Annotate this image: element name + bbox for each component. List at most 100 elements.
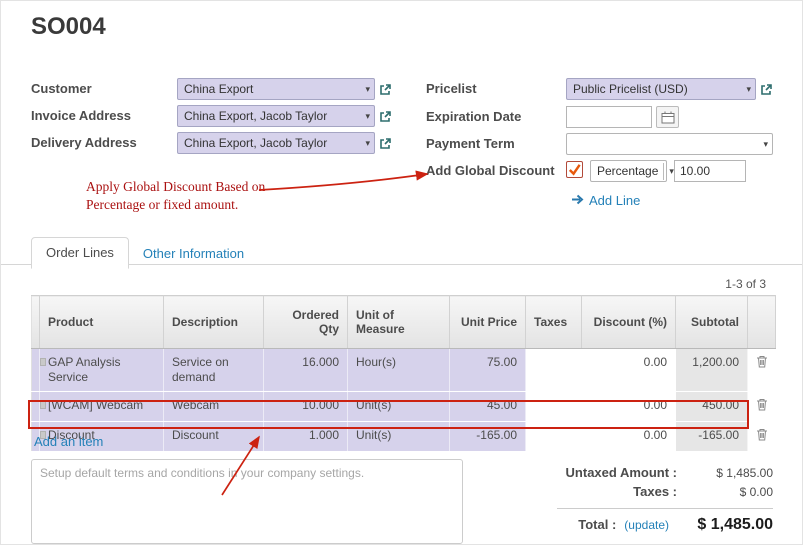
page-title: SO004: [31, 13, 106, 41]
grip-icon: [40, 401, 46, 409]
order-line-row-1: GAP Analysis Service Service on demand 1…: [32, 349, 776, 392]
cell-description[interactable]: Webcam: [164, 392, 264, 422]
taxes-label: Taxes :: [557, 484, 677, 499]
untaxed-amount-value: $ 1,485.00: [677, 466, 773, 480]
pricelist-label: Pricelist: [426, 81, 477, 96]
chevron-down-icon: ▾: [763, 139, 768, 150]
tab-other-information[interactable]: Other Information: [129, 239, 258, 269]
cell-subtotal: 450.00: [676, 392, 748, 422]
customer-value: China Export: [184, 82, 253, 96]
external-link-icon[interactable]: [379, 137, 392, 150]
order-lines-section: Product Description Ordered Qty Unit of …: [31, 295, 775, 452]
drag-handle[interactable]: [32, 392, 40, 422]
cell-taxes[interactable]: [526, 422, 582, 452]
cell-product[interactable]: GAP Analysis Service: [40, 349, 164, 392]
cell-subtotal: 1,200.00: [676, 349, 748, 392]
delivery-address-label: Delivery Address: [31, 135, 137, 150]
taxes-value: $ 0.00: [677, 485, 773, 499]
total-value: $ 1,485.00: [669, 516, 773, 534]
totals-divider: [557, 508, 773, 509]
payment-term-label: Payment Term: [426, 136, 515, 151]
customer-select[interactable]: China Export ▾: [177, 78, 375, 100]
global-discount-checkbox[interactable]: [566, 161, 583, 178]
external-link-icon[interactable]: [379, 110, 392, 123]
delivery-address-value: China Export, Jacob Taylor: [184, 136, 327, 150]
calendar-icon[interactable]: [656, 106, 679, 128]
sale-order-form: SO004 Customer China Export ▾ Invoice Ad…: [0, 0, 803, 545]
column-unit-price[interactable]: Unit Price: [450, 296, 526, 349]
cell-discount[interactable]: 0.00: [582, 349, 676, 392]
add-an-item-link[interactable]: Add an item: [34, 434, 103, 449]
cell-taxes[interactable]: [526, 349, 582, 392]
discount-amount-input[interactable]: [674, 160, 746, 182]
handle-column-header: [32, 296, 40, 349]
chevron-down-icon: ▾: [746, 84, 751, 95]
cell-unit-price[interactable]: -165.00: [450, 422, 526, 452]
chevron-down-icon: ▾: [365, 84, 370, 95]
update-total-link[interactable]: (update): [624, 518, 669, 532]
trash-icon[interactable]: [756, 430, 768, 444]
external-link-icon[interactable]: [760, 83, 773, 96]
tab-order-lines[interactable]: Order Lines: [31, 237, 129, 269]
order-line-row-discount: Discount Discount 1.000 Unit(s) -165.00 …: [32, 422, 776, 452]
grip-icon: [40, 358, 46, 366]
invoice-address-label: Invoice Address: [31, 108, 131, 123]
payment-term-select[interactable]: ▾: [566, 133, 773, 155]
order-lines-table: Product Description Ordered Qty Unit of …: [31, 295, 776, 452]
table-header-row: Product Description Ordered Qty Unit of …: [32, 296, 776, 349]
total-label: Total :: [557, 517, 616, 532]
trash-icon[interactable]: [756, 357, 768, 371]
invoice-address-select[interactable]: China Export, Jacob Taylor ▾: [177, 105, 375, 127]
drag-handle[interactable]: [32, 349, 40, 392]
discount-type-select[interactable]: Percentage ▾: [590, 160, 667, 182]
cell-taxes[interactable]: [526, 392, 582, 422]
arrow-right-icon: [571, 193, 584, 208]
cell-discount[interactable]: 0.00: [582, 392, 676, 422]
column-taxes[interactable]: Taxes: [526, 296, 582, 349]
column-description[interactable]: Description: [164, 296, 264, 349]
annotation-global-discount: Apply Global Discount Based on Percentag…: [86, 178, 282, 213]
expiration-date-label: Expiration Date: [426, 109, 521, 124]
cell-product[interactable]: [WCAM] Webcam: [40, 392, 164, 422]
delete-column-header: [748, 296, 776, 349]
invoice-address-value: China Export, Jacob Taylor: [184, 109, 327, 123]
cell-subtotal: -165.00: [676, 422, 748, 452]
cell-description[interactable]: Service on demand: [164, 349, 264, 392]
add-line-label: Add Line: [589, 193, 640, 208]
expiration-date-input[interactable]: [566, 106, 652, 128]
cell-ordered-qty[interactable]: 16.000: [264, 349, 348, 392]
cell-ordered-qty[interactable]: 10.000: [264, 392, 348, 422]
column-unit-of-measure[interactable]: Unit of Measure: [348, 296, 450, 349]
terms-and-conditions-textarea[interactable]: [31, 459, 463, 544]
cell-unit-of-measure[interactable]: Unit(s): [348, 422, 450, 452]
cell-unit-price[interactable]: 45.00: [450, 392, 526, 422]
customer-label: Customer: [31, 81, 92, 96]
trash-icon[interactable]: [756, 400, 768, 414]
add-line-link[interactable]: Add Line: [571, 193, 640, 208]
cell-ordered-qty[interactable]: 1.000: [264, 422, 348, 452]
pricelist-value: Public Pricelist (USD): [573, 82, 688, 96]
totals-section: Untaxed Amount : $ 1,485.00 Taxes : $ 0.…: [557, 463, 773, 536]
column-ordered-qty[interactable]: Ordered Qty: [264, 296, 348, 349]
cell-unit-of-measure[interactable]: Unit(s): [348, 392, 450, 422]
annotation-arrow-global-discount: [259, 174, 427, 190]
chevron-down-icon: ▾: [365, 111, 370, 122]
pricelist-select[interactable]: Public Pricelist (USD) ▾: [566, 78, 756, 100]
column-subtotal[interactable]: Subtotal: [676, 296, 748, 349]
column-product[interactable]: Product: [40, 296, 164, 349]
delivery-address-select[interactable]: China Export, Jacob Taylor ▾: [177, 132, 375, 154]
delete-row-cell: [748, 392, 776, 422]
delete-row-cell: [748, 422, 776, 452]
cell-unit-of-measure[interactable]: Hour(s): [348, 349, 450, 392]
global-discount-label: Add Global Discount: [426, 163, 555, 178]
cell-unit-price[interactable]: 75.00: [450, 349, 526, 392]
cell-discount[interactable]: 0.00: [582, 422, 676, 452]
delete-row-cell: [748, 349, 776, 392]
cell-description[interactable]: Discount: [164, 422, 264, 452]
notebook-tabs: Order Lines Other Information: [31, 237, 258, 269]
pager: 1-3 of 3: [725, 277, 766, 291]
chevron-down-icon: ▾: [365, 138, 370, 149]
order-line-row-2: [WCAM] Webcam Webcam 10.000 Unit(s) 45.0…: [32, 392, 776, 422]
external-link-icon[interactable]: [379, 83, 392, 96]
column-discount[interactable]: Discount (%): [582, 296, 676, 349]
